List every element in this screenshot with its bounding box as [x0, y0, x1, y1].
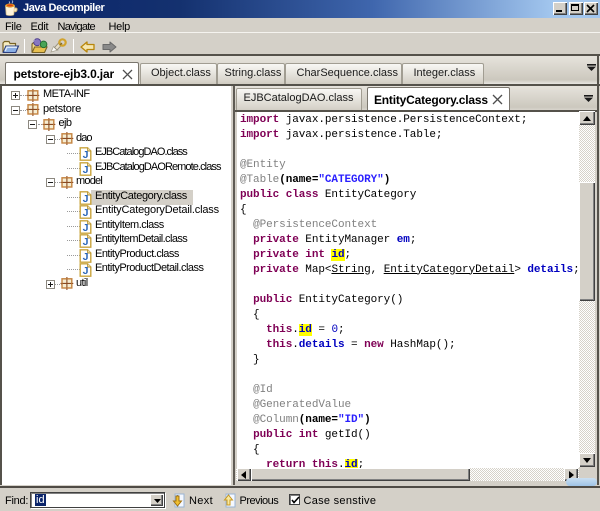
svg-text:J: J	[83, 222, 89, 234]
svg-text:J: J	[83, 236, 89, 248]
svg-text:J: J	[83, 207, 89, 219]
svg-text:J: J	[83, 164, 89, 176]
svg-text:J: J	[83, 265, 89, 277]
svg-text:J: J	[83, 193, 89, 205]
svg-text:J: J	[83, 251, 89, 263]
svg-text:J: J	[83, 149, 89, 161]
